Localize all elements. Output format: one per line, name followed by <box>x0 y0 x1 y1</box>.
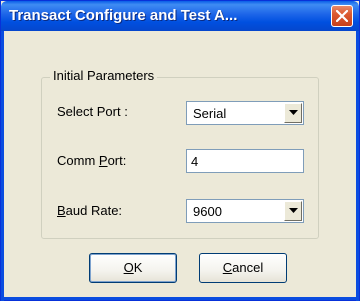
baud-rate-label: Baud Rate: <box>57 203 122 218</box>
window-title: Transact Configure and Test A... <box>9 7 238 24</box>
comm-port-label-pre: Comm <box>57 153 99 168</box>
baud-rate-label-post: aud Rate: <box>65 203 123 218</box>
ok-button-rest: K <box>133 260 143 275</box>
baud-rate-combobox[interactable]: 9600 <box>186 199 304 223</box>
baud-rate-dropdown-button[interactable] <box>284 201 302 221</box>
dialog-window: Transact Configure and Test A... Initial… <box>0 0 360 301</box>
title-bar[interactable]: Transact Configure and Test A... <box>1 1 359 31</box>
group-legend: Initial Parameters <box>50 68 158 83</box>
chevron-down-icon <box>289 110 298 115</box>
close-button[interactable] <box>331 5 353 27</box>
comm-port-value: 4 <box>191 154 199 169</box>
window-frame-bottom <box>1 297 359 300</box>
cancel-button[interactable]: Cancel <box>199 253 287 283</box>
comm-port-label: Comm Port: <box>57 153 126 168</box>
comm-port-input[interactable]: 4 <box>186 149 304 173</box>
ok-button[interactable]: OK <box>89 253 177 283</box>
close-icon <box>336 10 348 22</box>
select-port-label: Select Port : <box>57 104 128 119</box>
comm-port-label-accel: P <box>98 153 108 168</box>
ok-button-accel: O <box>123 260 134 275</box>
cancel-button-rest: ancel <box>232 260 264 275</box>
select-port-value: Serial <box>193 106 227 121</box>
window-frame-right <box>356 31 359 301</box>
baud-rate-value: 9600 <box>193 204 222 219</box>
select-port-dropdown-button[interactable] <box>284 103 302 123</box>
chevron-down-icon <box>289 208 298 213</box>
baud-rate-label-accel: B <box>57 203 66 218</box>
cancel-button-accel: C <box>222 260 233 275</box>
select-port-combobox[interactable]: Serial <box>186 101 304 125</box>
window-frame-left <box>1 31 4 301</box>
select-port-label-text: Select Port : <box>57 104 128 119</box>
comm-port-label-post: ort: <box>107 153 127 168</box>
